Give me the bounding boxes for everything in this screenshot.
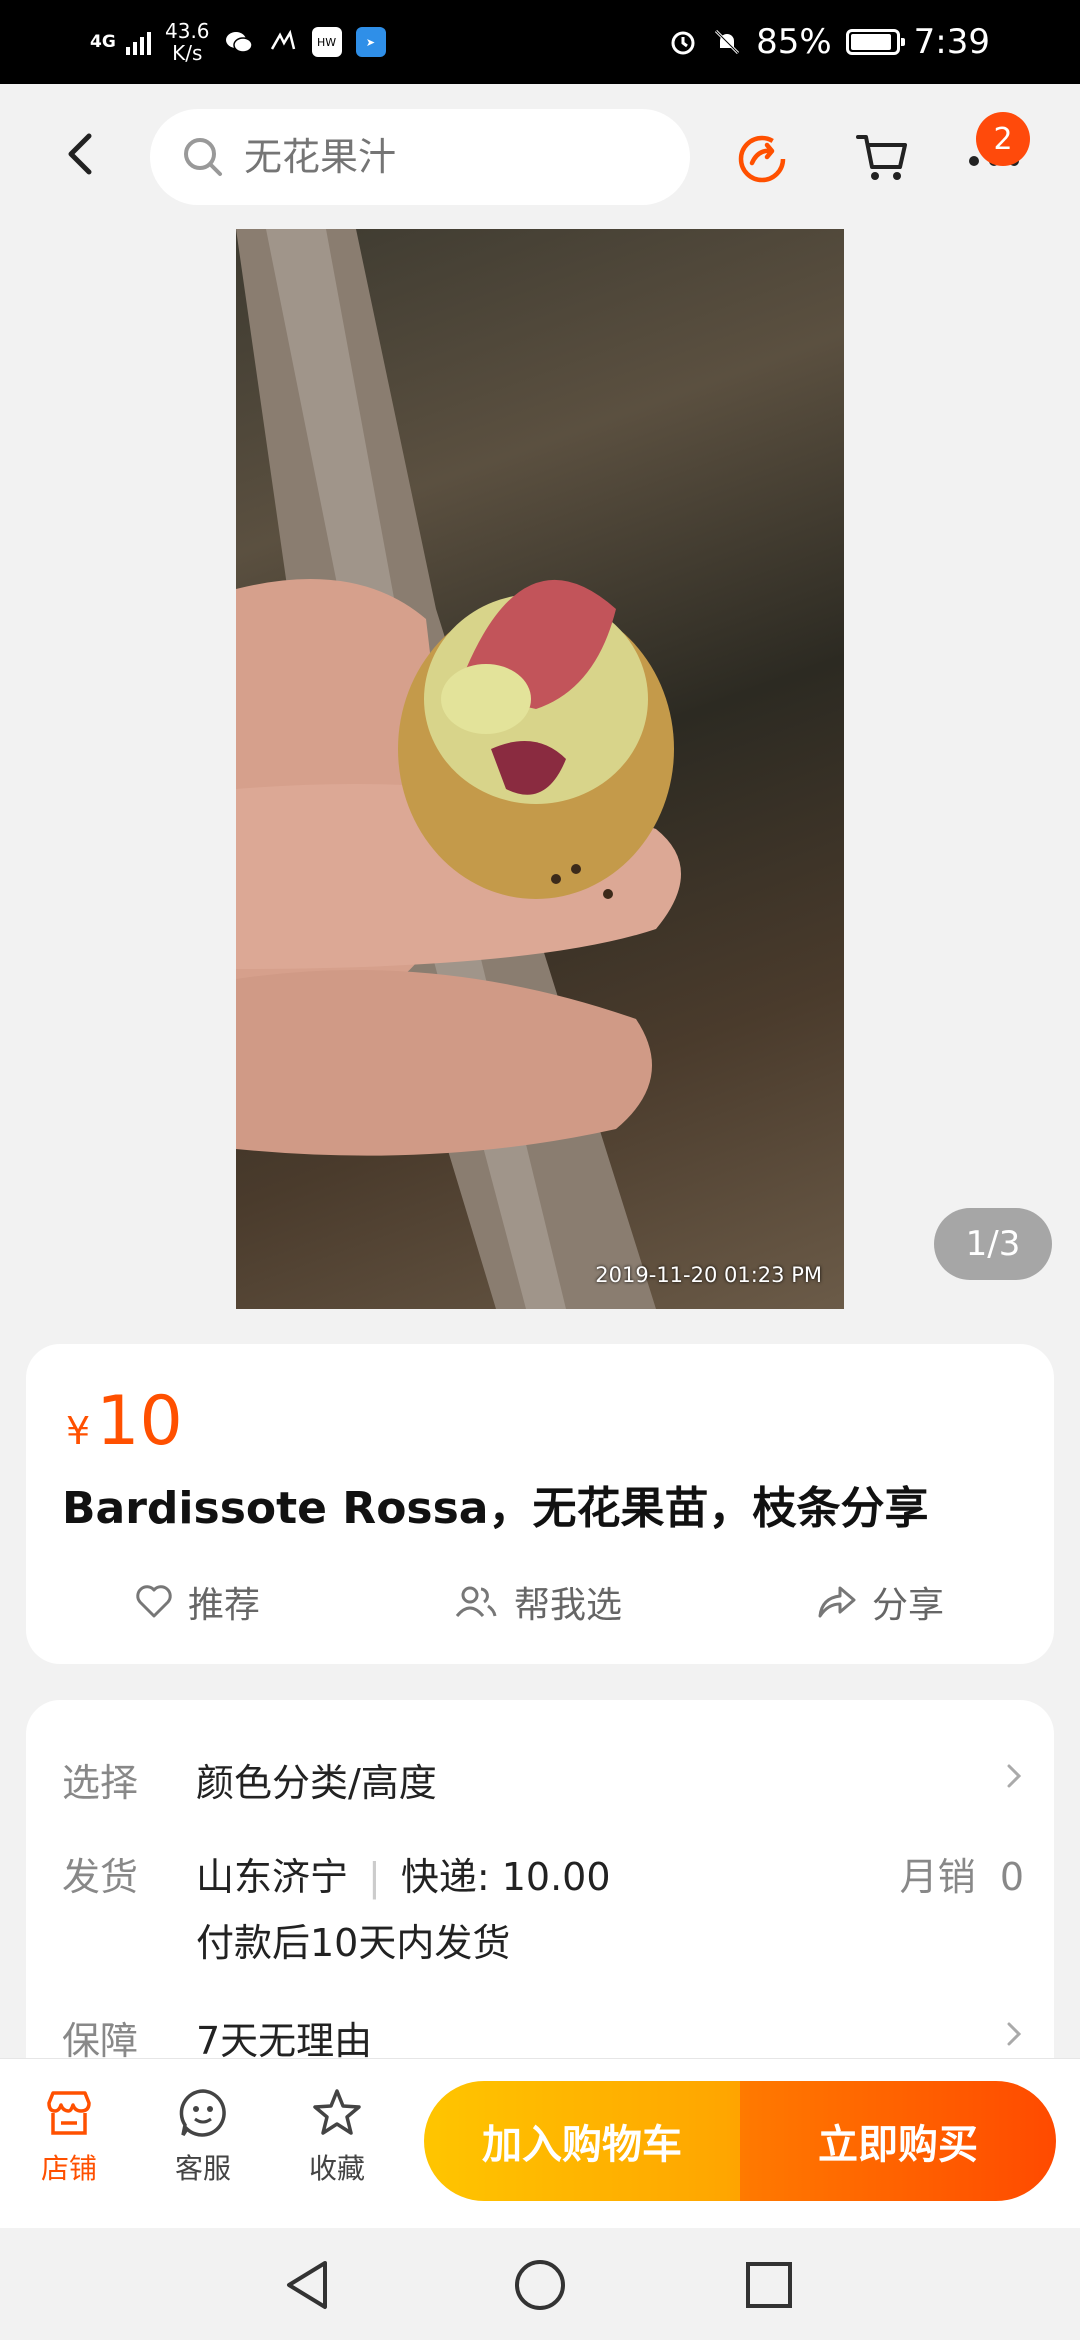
- image-counter: 1/3: [934, 1208, 1052, 1280]
- nav-home-button[interactable]: [505, 2250, 575, 2320]
- signal-icon: [126, 29, 151, 55]
- shipping-origin: 山东济宁: [196, 1855, 349, 1899]
- favorite-label: 收藏: [308, 2152, 365, 2185]
- nav-recents-button[interactable]: [734, 2250, 804, 2320]
- monthly-sales: 月销 0: [899, 1855, 1024, 1899]
- customer-service-button[interactable]: 客服: [148, 2087, 258, 2207]
- help-choose-button[interactable]: 帮我选: [452, 1566, 622, 1638]
- share-label: 分享: [872, 1585, 945, 1626]
- shipping-info: 山东济宁 | 快递: 10.00: [196, 1846, 611, 1901]
- recommend-label: 推荐: [188, 1585, 261, 1626]
- status-right: 85% 7:39: [668, 14, 990, 70]
- network-speed: 43.6 K/s: [165, 19, 210, 65]
- product-info-card: ¥ 10 Bardissote Rossa，无花果苗，枝条分享 推荐 帮我选 分…: [26, 1344, 1054, 1664]
- guarantee-row[interactable]: 保障 7天无理由: [62, 2010, 1024, 2063]
- status-bar: 4G 43.6 K/s HW ➤ 85% 7:39: [0, 0, 1080, 84]
- search-icon: [184, 138, 222, 176]
- customer-service-label: 客服: [174, 2152, 231, 2185]
- product-details-card: 选择 颜色分类/高度 发货 山东济宁 | 快递: 10.00 月销 0 付款后10天…: [26, 1700, 1054, 2120]
- product-title: Bardissote Rossa，无花果苗，枝条分享: [62, 1483, 929, 1534]
- mute-bell-icon: [715, 29, 740, 55]
- chevron-right-icon: [1007, 2022, 1022, 2046]
- search-bar[interactable]: [150, 109, 690, 205]
- huawei-app-icon: HW: [311, 27, 342, 57]
- network-type: 4G: [90, 31, 116, 52]
- cart-icon: [856, 135, 907, 180]
- select-value: 颜色分类/高度: [196, 1761, 437, 1805]
- share-button[interactable]: 分享: [816, 1566, 944, 1638]
- battery-percent: 85%: [756, 22, 832, 62]
- bottom-action-bar: 店铺 客服 收藏 加入购物车 立即购买: [0, 2058, 1080, 2229]
- back-arrow-icon: [68, 133, 92, 175]
- share-product-button[interactable]: [724, 119, 800, 195]
- star-icon: [313, 2089, 361, 2135]
- add-to-cart-button[interactable]: 加入购物车: [424, 2081, 740, 2201]
- chevron-right-icon: [1007, 1764, 1022, 1788]
- top-header: 2: [0, 84, 1080, 229]
- alarm-icon: [671, 31, 695, 55]
- product-image[interactable]: 2019-11-20 01:23 PM: [236, 229, 844, 1309]
- cart-button[interactable]: [844, 119, 920, 195]
- divider: |: [368, 1855, 381, 1899]
- help-choose-label: 帮我选: [514, 1585, 623, 1626]
- square-recents-icon: [746, 2262, 792, 2308]
- circle-home-icon: [515, 2260, 565, 2310]
- app-notification-icon: [270, 29, 295, 50]
- photo-timestamp: 2019-11-20 01:23 PM: [595, 1263, 822, 1287]
- shipping-note: 付款后10天内发货: [196, 1921, 511, 1965]
- select-label: 选择: [62, 1761, 139, 1805]
- shipping-label: 发货: [62, 1855, 139, 1899]
- telegram-icon: ➤: [355, 27, 386, 57]
- search-input[interactable]: [242, 134, 626, 180]
- nav-back-button[interactable]: [272, 2250, 342, 2320]
- recommend-button[interactable]: 推荐: [134, 1566, 260, 1638]
- store-label: 店铺: [40, 2152, 97, 2185]
- status-left: 4G 43.6 K/s HW ➤: [90, 14, 386, 70]
- price-value: 10: [96, 1382, 183, 1461]
- triangle-back-icon: [287, 2261, 327, 2309]
- store-button[interactable]: 店铺: [14, 2087, 124, 2207]
- shipping-row: 发货 山东济宁 | 快递: 10.00 月销 0 付款后10天内发货: [62, 1846, 1024, 1966]
- fig-fruit-photo: [236, 229, 681, 1309]
- people-icon: [455, 1586, 497, 1617]
- product-actions: 推荐 帮我选 分享: [26, 1566, 1054, 1638]
- share-circle-icon: [738, 135, 786, 183]
- buy-now-button[interactable]: 立即购买: [740, 2081, 1056, 2201]
- price: ¥ 10: [66, 1382, 183, 1461]
- heart-icon: [136, 1585, 172, 1618]
- store-icon: [47, 2091, 91, 2135]
- clock: 7:39: [913, 22, 990, 62]
- favorite-button[interactable]: 收藏: [282, 2087, 392, 2207]
- battery-icon: [845, 29, 905, 55]
- guarantee-label: 保障: [62, 2019, 139, 2063]
- currency-symbol: ¥: [66, 1409, 91, 1453]
- select-spec-row[interactable]: 选择 颜色分类/高度: [62, 1752, 1024, 1805]
- shipping-fee: 快递: 10.00: [400, 1855, 611, 1899]
- message-count-badge: 2: [976, 112, 1030, 166]
- chat-face-icon: [179, 2089, 226, 2137]
- wechat-icon: [225, 32, 253, 53]
- system-nav-bar: [0, 2228, 1080, 2340]
- share-arrow-icon: [818, 1586, 856, 1618]
- guarantee-value: 7天无理由: [196, 2019, 373, 2063]
- back-button[interactable]: [52, 124, 108, 184]
